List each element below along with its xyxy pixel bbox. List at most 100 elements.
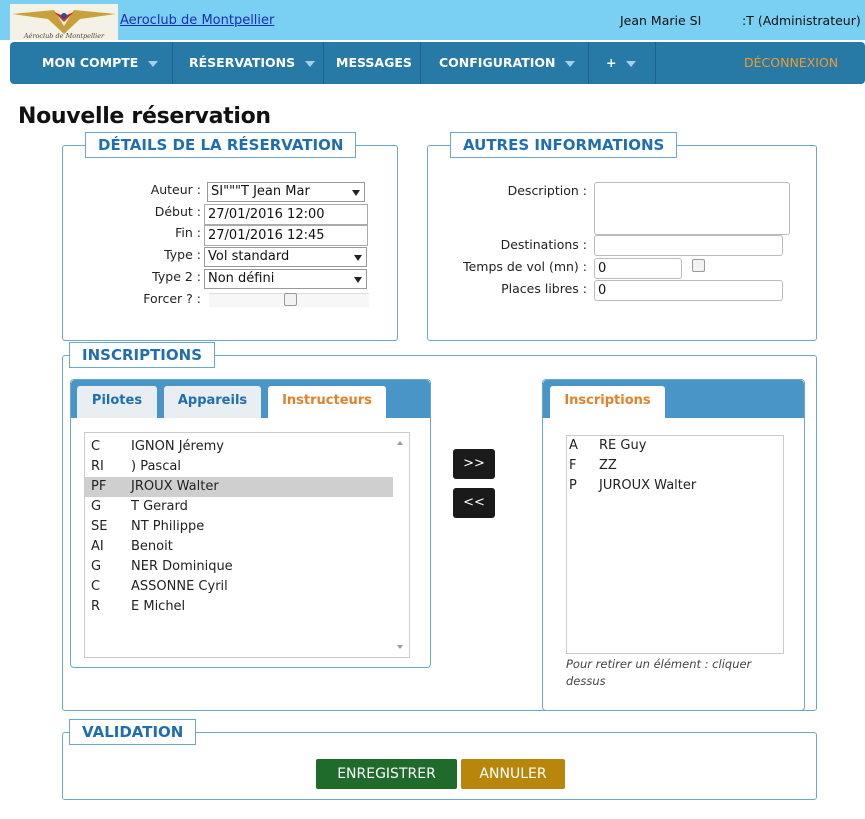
destinations-input[interactable] bbox=[594, 235, 783, 256]
validation-fieldset: VALIDATION ENREGISTRER ANNULER bbox=[62, 719, 817, 800]
cancel-button[interactable]: ANNULER bbox=[461, 759, 565, 789]
list-item-name: IGNON Jéremy bbox=[131, 439, 224, 454]
places-libres-input[interactable]: 0 bbox=[594, 280, 783, 301]
forcer-checkbox[interactable] bbox=[284, 293, 297, 306]
nav-mon-compte[interactable]: MON COMPTE bbox=[42, 42, 159, 84]
instructors-listbox[interactable]: C IGNON Jéremy RI) Pascal PF JROUX Walter … bbox=[84, 432, 410, 658]
auteur-label: Auteur : bbox=[150, 182, 201, 197]
inscriptions-tabstrip: Inscriptions bbox=[543, 380, 804, 419]
main-navbar: MON COMPTE RÉSERVATIONS MESSAGES CONFIGU… bbox=[10, 42, 865, 84]
inscriptions-legend: INSCRIPTIONS bbox=[69, 342, 215, 368]
list-item-selected[interactable]: PF JROUX Walter bbox=[85, 477, 393, 497]
candidates-tabstrip: Pilotes Appareils Instructeurs bbox=[71, 380, 430, 419]
type-select[interactable]: Vol standard bbox=[204, 247, 367, 267]
list-item[interactable]: A RE Guy bbox=[567, 436, 783, 456]
nav-messages[interactable]: MESSAGES bbox=[336, 42, 412, 84]
list-item-initial: P bbox=[569, 478, 577, 493]
validation-legend: VALIDATION bbox=[69, 719, 197, 745]
tab-instructeurs[interactable]: Instructeurs bbox=[268, 386, 386, 419]
details-legend: DÉTAILS DE LA RÉSERVATION bbox=[85, 132, 357, 158]
add-to-inscriptions-button[interactable]: >> bbox=[453, 449, 495, 479]
temps-vol-checkbox[interactable] bbox=[692, 259, 705, 272]
nav-logout[interactable]: DÉCONNEXION bbox=[744, 42, 838, 84]
list-item-initial: G bbox=[91, 559, 102, 574]
list-item-name: Benoit bbox=[131, 539, 173, 554]
top-bar: Aéroclub de Montpellier Aeroclub de Mont… bbox=[0, 0, 865, 40]
caret-down-icon bbox=[626, 60, 637, 67]
autres-legend: AUTRES INFORMATIONS bbox=[450, 132, 678, 158]
dropdown-arrow-icon bbox=[354, 255, 362, 261]
list-item-name: NT Philippe bbox=[131, 519, 205, 534]
autres-fieldset: AUTRES INFORMATIONS Description : Destin… bbox=[427, 132, 817, 341]
remove-from-inscriptions-button[interactable]: << bbox=[453, 488, 495, 518]
fin-input[interactable]: 27/01/2016 12:45 bbox=[204, 225, 368, 246]
type-select-value: Vol standard bbox=[208, 249, 290, 264]
temps-vol-label: Temps de vol (mn) : bbox=[463, 259, 587, 274]
remove-hint: Pour retirer un élément : cliquer dessus bbox=[566, 657, 752, 688]
list-item-initial: RI bbox=[91, 459, 104, 474]
list-item-name: ) Pascal bbox=[131, 459, 181, 474]
list-item-initial: A bbox=[569, 438, 578, 453]
user-role: :T (Administrateur) bbox=[742, 13, 861, 28]
list-item-initial: F bbox=[569, 458, 577, 473]
description-label: Description : bbox=[507, 183, 587, 198]
list-item-initial: PF bbox=[91, 479, 107, 494]
caret-down-icon bbox=[305, 60, 316, 67]
nav-divider bbox=[323, 42, 324, 84]
nav-mon-compte-label: MON COMPTE bbox=[42, 55, 139, 70]
club-logo[interactable]: Aéroclub de Montpellier bbox=[10, 4, 118, 40]
details-fieldset: DÉTAILS DE LA RÉSERVATION Auteur : SI"""… bbox=[62, 132, 398, 341]
candidates-tabbox: Pilotes Appareils Instructeurs C IGNON Jé… bbox=[70, 379, 431, 668]
list-item-initial: C bbox=[91, 439, 101, 454]
type-label: Type : bbox=[164, 247, 201, 262]
tab-pilotes[interactable]: Pilotes bbox=[77, 386, 157, 418]
list-item-initial: R bbox=[91, 599, 101, 614]
list-item-name: NER Dominique bbox=[131, 559, 233, 574]
list-item-name: ZZ bbox=[599, 458, 617, 473]
tab-appareils[interactable]: Appareils bbox=[164, 386, 261, 418]
list-item[interactable]: P JUROUX Walter bbox=[567, 476, 783, 496]
list-item-name: JROUX Walter bbox=[131, 479, 219, 494]
list-item[interactable]: G T Gerard bbox=[85, 497, 393, 517]
nav-reservations[interactable]: RÉSERVATIONS bbox=[189, 42, 316, 84]
description-textarea[interactable] bbox=[594, 182, 790, 235]
nav-divider bbox=[655, 42, 656, 84]
type2-select[interactable]: Non défini bbox=[204, 269, 367, 289]
list-item[interactable]: G NER Dominique bbox=[85, 557, 393, 577]
list-item-name: RE Guy bbox=[599, 438, 647, 453]
caret-down-icon bbox=[565, 60, 576, 67]
scroll-down-icon[interactable] bbox=[397, 645, 403, 649]
user-name: Jean Marie SI bbox=[620, 13, 702, 28]
nav-plus[interactable]: + bbox=[606, 42, 637, 84]
list-item-initial: AI bbox=[91, 539, 104, 554]
list-item-initial: C bbox=[91, 579, 101, 594]
fin-label: Fin : bbox=[175, 225, 201, 240]
page-title: Nouvelle réservation bbox=[18, 104, 271, 129]
auteur-select-value: SI"""T Jean Mar bbox=[211, 184, 310, 199]
list-item[interactable]: SE NT Philippe bbox=[85, 517, 393, 537]
nav-configuration[interactable]: CONFIGURATION bbox=[439, 42, 576, 84]
nav-reservations-label: RÉSERVATIONS bbox=[189, 55, 296, 70]
scroll-up-icon[interactable] bbox=[397, 441, 403, 445]
list-item[interactable]: C ASSONNE Cyril bbox=[85, 577, 393, 597]
list-item[interactable]: R E Michel bbox=[85, 597, 393, 617]
list-item[interactable]: RI ) Pascal bbox=[85, 457, 393, 477]
list-item[interactable]: F ZZ bbox=[567, 456, 783, 476]
temps-vol-input[interactable]: 0 bbox=[594, 258, 682, 279]
inscriptions-tabbox: Inscriptions A RE Guy F ZZ P JUROUX Walter … bbox=[542, 379, 805, 711]
list-item-name: JUROUX Walter bbox=[599, 478, 697, 493]
nav-divider bbox=[588, 42, 589, 84]
save-button[interactable]: ENREGISTRER bbox=[316, 759, 457, 789]
type2-label: Type 2 : bbox=[152, 269, 201, 284]
auteur-select[interactable]: SI"""T Jean Mar bbox=[207, 182, 365, 202]
tab-inscriptions[interactable]: Inscriptions bbox=[550, 386, 665, 419]
registered-listbox[interactable]: A RE Guy F ZZ P JUROUX Walter bbox=[566, 435, 784, 654]
nav-messages-label: MESSAGES bbox=[336, 55, 412, 70]
list-item[interactable]: AI Benoit bbox=[85, 537, 393, 557]
type2-select-value: Non défini bbox=[208, 271, 275, 286]
caret-down-icon bbox=[148, 60, 159, 67]
list-item[interactable]: C IGNON Jéremy bbox=[85, 437, 393, 457]
debut-input[interactable]: 27/01/2016 12:00 bbox=[204, 204, 368, 225]
list-item-initial: SE bbox=[91, 519, 108, 534]
club-name-link[interactable]: Aeroclub de Montpellier bbox=[120, 13, 274, 28]
